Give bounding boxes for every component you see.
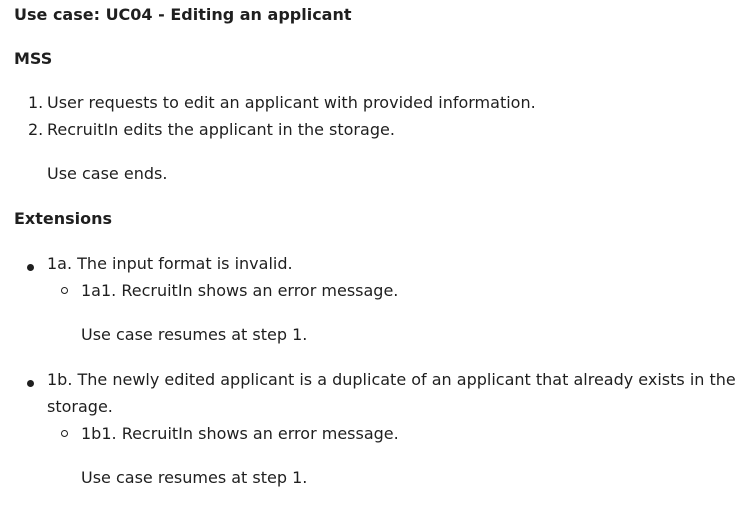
- extension-note: Use case resumes at step 1.: [81, 468, 308, 487]
- bullet-icon: [27, 380, 34, 387]
- extension-text: 1a. The input format is invalid.: [47, 254, 293, 273]
- bullet-icon: [27, 264, 34, 271]
- mss-heading: MSS: [14, 49, 53, 68]
- mss-step-text: RecruitIn edits the applicant in the sto…: [47, 120, 395, 139]
- sub-bullet-icon: [61, 287, 68, 294]
- extension-text: 1b. The newly edited applicant is a dupl…: [47, 370, 736, 389]
- extension-text-continued: storage.: [47, 397, 113, 416]
- use-case-title: Use case: UC04 - Editing an applicant: [14, 5, 352, 24]
- mss-step-text: User requests to edit an applicant with …: [47, 93, 536, 112]
- extensions-heading: Extensions: [14, 209, 113, 228]
- mss-step-number: 2.: [28, 120, 44, 139]
- mss-step-number: 1.: [28, 93, 44, 112]
- extension-sub-step: 1a1. RecruitIn shows an error message.: [81, 281, 399, 300]
- sub-bullet-icon: [61, 430, 68, 437]
- mss-end-note: Use case ends.: [47, 164, 168, 183]
- extension-sub-step: 1b1. RecruitIn shows an error message.: [81, 424, 399, 443]
- extension-note: Use case resumes at step 1.: [81, 325, 308, 344]
